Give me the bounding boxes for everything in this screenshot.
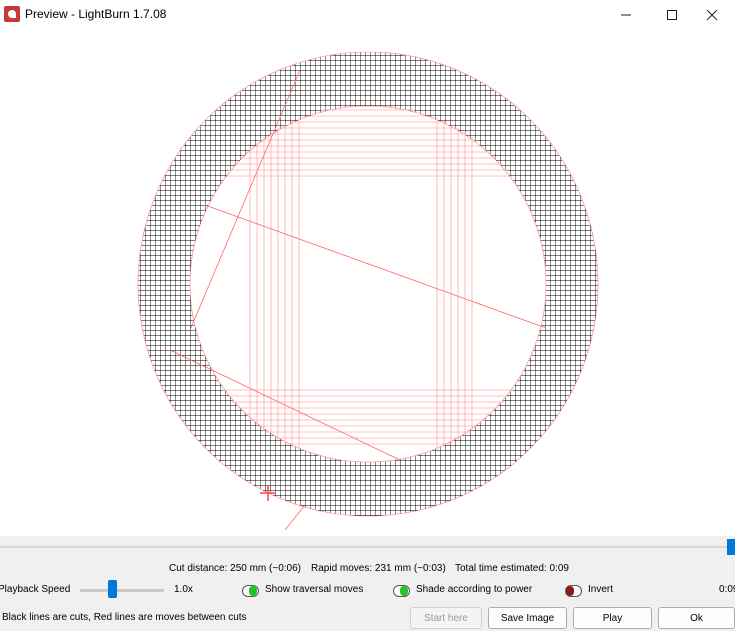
toggle-knob [400, 586, 408, 596]
title-bar: Preview - LightBurn 1.7.08 [0, 0, 735, 30]
rapid-moves: Rapid moves: 231 mm (~0:03) [311, 563, 446, 574]
playback-scrubber[interactable] [0, 537, 735, 557]
invert-label: Invert [588, 584, 614, 595]
toggle-knob [249, 586, 257, 596]
playback-speed-slider[interactable] [80, 589, 164, 592]
cut-distance: Cut distance: 250 mm (~0:06) [169, 563, 302, 574]
start-here-button[interactable]: Start here [410, 607, 482, 629]
legend-text: Black lines are cuts, Red lines are move… [2, 612, 247, 623]
playback-speed-handle[interactable] [108, 580, 117, 598]
time-readout: 0:09 [719, 584, 735, 595]
shade-power-label: Shade according to power [416, 584, 533, 595]
minimize-icon [621, 14, 631, 16]
play-button[interactable]: Play [573, 607, 652, 629]
save-image-button[interactable]: Save Image [488, 607, 567, 629]
preview-canvas[interactable] [0, 30, 735, 536]
window-title: Preview - LightBurn 1.7.08 [25, 7, 167, 21]
invert-toggle[interactable] [565, 585, 582, 597]
minimize-button[interactable] [603, 0, 649, 30]
scrubber-track [0, 546, 735, 548]
playback-speed-label: Playback Speed [0, 584, 71, 595]
toolpath-preview [137, 51, 599, 531]
total-time: Total time estimated: 0:09 [455, 563, 569, 574]
ok-button[interactable]: Ok [658, 607, 735, 629]
scrubber-handle[interactable] [727, 539, 735, 555]
playback-speed-value: 1.0x [174, 584, 193, 595]
show-traversal-toggle[interactable] [242, 585, 259, 597]
show-traversal-label: Show traversal moves [265, 584, 364, 595]
close-button[interactable] [689, 0, 735, 30]
shade-power-toggle[interactable] [393, 585, 410, 597]
maximize-icon [667, 10, 677, 20]
lightburn-logo-icon [4, 6, 20, 22]
close-icon [706, 9, 718, 21]
toggle-knob [566, 586, 574, 596]
